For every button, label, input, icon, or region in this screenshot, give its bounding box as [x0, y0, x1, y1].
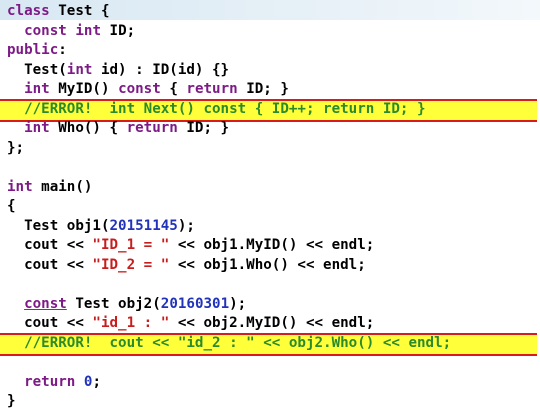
code-token: }	[7, 393, 16, 409]
code-token: const	[24, 295, 67, 312]
code-token: main()	[32, 178, 93, 195]
code-token: };	[7, 139, 25, 156]
code-token: ;	[92, 373, 101, 390]
code-line: {	[7, 197, 16, 217]
code-token: );	[229, 295, 247, 312]
code-line: int main()	[7, 178, 92, 198]
code-token: const	[118, 81, 161, 97]
code-line: Test(int id) : ID(id) {}	[7, 61, 229, 81]
code-token: << obj1.MyID() << endl;	[169, 237, 375, 253]
code-token: cout <<	[7, 256, 93, 273]
code-token: ID; }	[177, 120, 230, 136]
code-token: return	[186, 81, 238, 97]
code-token: ID;	[100, 22, 136, 39]
code-token: {	[160, 81, 187, 97]
code-token: << obj2.MyID() << endl;	[169, 315, 375, 331]
code-token: MyID()	[49, 81, 119, 97]
code-line: public:	[7, 41, 67, 61]
code-token: Test(	[7, 61, 67, 78]
code-token: Test obj1(	[7, 217, 110, 234]
code-token: ID; }	[237, 81, 289, 97]
code-token: const	[24, 22, 67, 39]
code-token: return	[24, 373, 76, 390]
code-token: << obj1.Who() << endl;	[169, 256, 366, 273]
code-token: int	[66, 61, 93, 78]
code-token: //ERROR! int Next() const { ID++; return…	[7, 100, 426, 117]
code-line: cout << "ID_1 = " << obj1.MyID() << endl…	[7, 236, 374, 256]
code-token: "id_1 : "	[92, 315, 170, 331]
code-line: const Test obj2(20160301);	[7, 295, 246, 315]
code-token: "ID_2 = "	[92, 256, 170, 273]
code-line: int Who() { return ID; }	[7, 119, 229, 139]
code-token: );	[177, 217, 195, 234]
code-token: cout <<	[7, 315, 93, 331]
code-line: cout << "id_1 : " << obj2.MyID() << endl…	[7, 314, 374, 334]
code-token: //ERROR! cout << "id_2 : " << obj2.Who()…	[7, 334, 452, 351]
code-token: public	[7, 42, 59, 58]
code-line: const int ID;	[7, 22, 135, 42]
code-listing: class Test { const int ID; public: Test(i…	[0, 0, 540, 415]
code-token: Who() {	[49, 120, 127, 136]
code-line: class Test {	[7, 2, 110, 22]
code-token: :	[58, 42, 67, 58]
code-line: cout << "ID_2 = " << obj1.Who() << endl;	[7, 256, 366, 276]
code-line: };	[7, 139, 24, 159]
code-line: int MyID() const { return ID; }	[7, 80, 289, 100]
code-token: id) : ID(id) {}	[92, 61, 230, 78]
code-token: int	[7, 178, 33, 195]
code-token: "ID_1 = "	[92, 237, 170, 253]
code-line: }	[7, 392, 16, 412]
code-token: 20160301	[160, 295, 230, 312]
code-token: cout <<	[7, 237, 93, 253]
code-line-error: //ERROR! int Next() const { ID++; return…	[7, 100, 426, 120]
code-line: Test obj1(20151145);	[7, 217, 195, 237]
code-line: return 0;	[7, 373, 101, 393]
code-token: int	[24, 120, 50, 136]
code-token: return	[126, 120, 178, 136]
code-token: 20151145	[109, 217, 178, 234]
code-token: int	[75, 22, 101, 39]
code-line-error: //ERROR! cout << "id_2 : " << obj2.Who()…	[7, 334, 451, 354]
code-token: Test {	[49, 3, 110, 19]
code-token: {	[7, 198, 16, 214]
code-token: Test obj2(	[66, 295, 161, 312]
code-token: int	[24, 81, 50, 97]
code-token: class	[7, 3, 50, 19]
